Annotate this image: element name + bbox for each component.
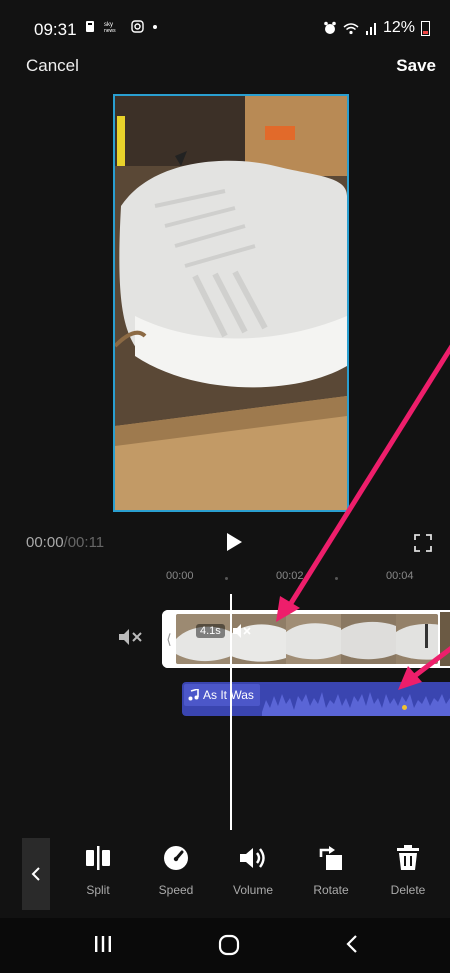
playhead[interactable] bbox=[230, 594, 232, 830]
tool-speed[interactable]: Speed bbox=[144, 845, 208, 897]
tool-speed-label: Speed bbox=[158, 883, 194, 897]
playback-time: 00:00/00:11 bbox=[26, 534, 104, 551]
clip-end-handle[interactable] bbox=[422, 624, 432, 648]
current-time: 00:00 bbox=[26, 534, 64, 551]
mute-original-audio-icon[interactable] bbox=[118, 628, 144, 646]
clip-thumbnail bbox=[176, 614, 231, 664]
fullscreen-icon[interactable] bbox=[414, 534, 432, 552]
signal-icon bbox=[365, 22, 376, 35]
tool-delete-label: Delete bbox=[390, 883, 426, 897]
instagram-icon bbox=[131, 20, 144, 33]
status-right: 12% bbox=[323, 19, 430, 37]
ruler-dot bbox=[225, 577, 228, 580]
speed-icon bbox=[164, 846, 188, 870]
tool-volume[interactable]: Volume bbox=[221, 845, 285, 897]
battery-icon bbox=[421, 20, 430, 36]
toolbar-back-button[interactable] bbox=[22, 838, 50, 910]
video-preview[interactable] bbox=[113, 94, 349, 512]
clip-thumbnail bbox=[231, 614, 286, 664]
delete-icon bbox=[397, 845, 419, 870]
notification-icon bbox=[86, 21, 94, 32]
wifi-icon bbox=[343, 22, 359, 34]
audio-title-tag: As It Was bbox=[184, 684, 260, 706]
status-bar: 09:31 sky news 12% bbox=[0, 0, 450, 50]
sky-news-icon: skynews bbox=[104, 22, 116, 33]
ruler-tick-0: 00:00 bbox=[166, 570, 194, 582]
next-clip-edge[interactable] bbox=[440, 612, 450, 666]
recent-apps-icon[interactable] bbox=[94, 934, 112, 954]
tool-delete[interactable]: Delete bbox=[376, 845, 440, 897]
play-icon[interactable] bbox=[224, 532, 244, 552]
music-note-icon bbox=[188, 689, 199, 701]
audio-track[interactable]: As It Was bbox=[182, 682, 450, 716]
video-editor-screen: 09:31 sky news 12% Cancel Save 00:00/00:… bbox=[0, 0, 450, 973]
ruler-tick-2: 00:02 bbox=[276, 570, 304, 582]
home-icon[interactable] bbox=[218, 934, 240, 956]
clip-thumbnails bbox=[176, 614, 438, 664]
clip-start-handle[interactable]: ⟨ bbox=[162, 610, 176, 668]
clip-duration-badge: 4.1s bbox=[196, 624, 225, 638]
chevron-left-icon bbox=[31, 867, 40, 881]
svg-text:news: news bbox=[104, 28, 116, 33]
video-clip-track[interactable]: ⟨ bbox=[162, 610, 450, 668]
cancel-button[interactable]: Cancel bbox=[26, 56, 79, 76]
volume-icon bbox=[240, 848, 265, 868]
clip-muted-icon bbox=[233, 624, 251, 638]
save-button[interactable]: Save bbox=[396, 56, 436, 76]
back-icon[interactable] bbox=[345, 934, 359, 954]
battery-percent: 12% bbox=[382, 19, 415, 36]
tool-split-label: Split bbox=[86, 883, 110, 897]
clip-thumbnail bbox=[286, 614, 341, 664]
tool-rotate-label: Rotate bbox=[313, 883, 349, 897]
dot-icon bbox=[153, 24, 157, 29]
status-left-icons: sky news bbox=[85, 20, 158, 33]
split-icon bbox=[86, 846, 110, 870]
ruler-tick-4: 00:04 bbox=[386, 570, 414, 582]
status-time: 09:31 bbox=[34, 20, 77, 39]
tool-split[interactable]: Split bbox=[66, 845, 130, 897]
audio-title: As It Was bbox=[203, 688, 254, 702]
video-frame-image bbox=[115, 96, 347, 510]
tool-rotate[interactable]: Rotate bbox=[299, 845, 363, 897]
ruler-dot bbox=[335, 577, 338, 580]
rotate-icon bbox=[319, 846, 342, 870]
audio-marker-dot bbox=[402, 705, 407, 710]
tool-volume-label: Volume bbox=[232, 883, 274, 897]
alarm-icon bbox=[324, 21, 336, 34]
clip-thumbnail bbox=[341, 614, 396, 664]
system-nav-bar bbox=[0, 918, 450, 973]
total-time: 00:11 bbox=[67, 534, 105, 551]
